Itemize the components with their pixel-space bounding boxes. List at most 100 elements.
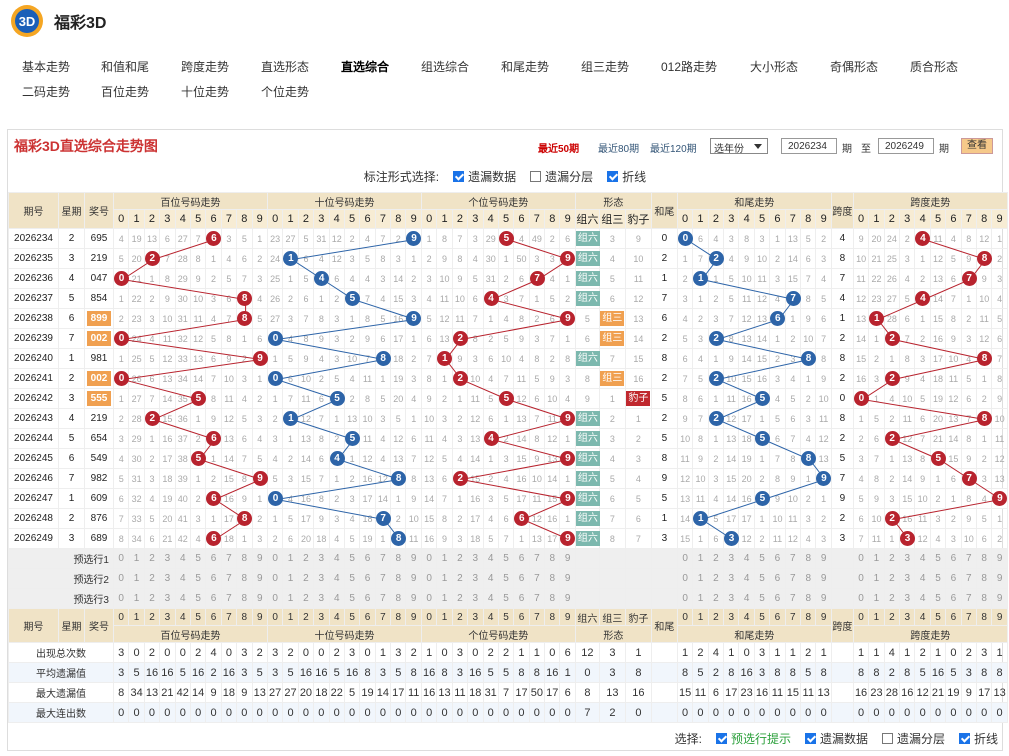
preselect-digit[interactable]: 0	[420, 588, 438, 609]
preselect-digit[interactable]: 9	[405, 568, 422, 589]
preselect-digit[interactable]: 1	[282, 588, 299, 609]
preselect-row[interactable]: 预选行3 0 1 2 3 4 5 6 7 8 9 0 1 2 3 4 5 6 7 8 9 0 1 2 3 4 5 6 7 8 9 0 1 2 3 4 5…	[8, 588, 1008, 609]
option-checkbox[interactable]	[453, 171, 465, 182]
nav-link[interactable]: 十位走势	[181, 83, 229, 100]
nav-link[interactable]: 跨度走势	[181, 58, 229, 75]
preselect-digit[interactable]: 3	[899, 548, 916, 569]
preselect-digit[interactable]: 7	[784, 568, 802, 589]
preselect-digit[interactable]: 4	[482, 548, 499, 569]
preselect-digit[interactable]: 7	[220, 568, 238, 589]
preselect-digit[interactable]: 8	[390, 548, 407, 569]
preselect-digit[interactable]: 1	[282, 548, 299, 569]
preselect-digit[interactable]: 7	[960, 568, 978, 589]
preselect-digit[interactable]: 1	[692, 568, 709, 589]
preselect-digit[interactable]: 9	[815, 588, 832, 609]
preselect-digit[interactable]: 8	[800, 568, 817, 589]
nav-link[interactable]: 012路走势	[661, 58, 717, 75]
preselect-digit[interactable]: 9	[815, 568, 832, 589]
preselect-digit[interactable]: 6	[513, 568, 530, 589]
preselect-digit[interactable]: 0	[266, 548, 284, 569]
nav-link[interactable]: 大小形态	[750, 58, 798, 75]
preselect-digit[interactable]: 9	[251, 568, 268, 589]
preselect-digit[interactable]: 3	[723, 568, 740, 589]
preselect-digit[interactable]: 7	[528, 568, 546, 589]
preselect-digit[interactable]: 1	[436, 568, 453, 589]
preselect-digit[interactable]: 4	[914, 548, 931, 569]
preselect-digit[interactable]: 5	[929, 588, 947, 609]
view-button[interactable]: 查看	[961, 138, 993, 154]
preselect-digit[interactable]: 0	[266, 568, 284, 589]
preselect-digit[interactable]: 1	[128, 548, 145, 569]
preselect-digit[interactable]: 7	[528, 548, 546, 569]
preselect-digit[interactable]: 4	[738, 588, 755, 609]
preselect-digit[interactable]: 8	[236, 548, 253, 569]
preselect-digit[interactable]: 9	[559, 568, 576, 589]
preselect-digit[interactable]: 2	[707, 588, 725, 609]
preselect-digit[interactable]: 6	[205, 588, 222, 609]
preselect-digit[interactable]: 2	[451, 568, 469, 589]
preselect-digit[interactable]: 9	[559, 548, 576, 569]
preselect-digit[interactable]: 2	[143, 588, 161, 609]
preselect-digit[interactable]: 0	[112, 568, 130, 589]
preselect-digit[interactable]: 6	[359, 548, 376, 569]
preselect-digit[interactable]: 8	[390, 568, 407, 589]
preselect-digit[interactable]: 8	[390, 588, 407, 609]
preselect-digit[interactable]: 8	[975, 548, 993, 569]
preselect-digit[interactable]: 9	[251, 548, 268, 569]
nav-link[interactable]: 和尾走势	[501, 58, 549, 75]
preselect-digit[interactable]: 9	[559, 588, 576, 609]
nav-link[interactable]: 基本走势	[22, 58, 70, 75]
preselect-digit[interactable]: 3	[899, 568, 916, 589]
preselect-digit[interactable]: 5	[343, 568, 361, 589]
nav-link[interactable]: 和值和尾	[101, 58, 149, 75]
preselect-digit[interactable]: 2	[451, 548, 469, 569]
preselect-digit[interactable]: 3	[467, 588, 484, 609]
preselect-digit[interactable]: 0	[420, 548, 438, 569]
preselect-digit[interactable]: 0	[676, 568, 694, 589]
preselect-digit[interactable]: 5	[189, 568, 207, 589]
preselect-digit[interactable]: 1	[692, 548, 709, 569]
preselect-digit[interactable]: 6	[205, 548, 222, 569]
preselect-digit[interactable]: 0	[852, 588, 870, 609]
preselect-digit[interactable]: 2	[707, 548, 725, 569]
preselect-row[interactable]: 预选行1 0 1 2 3 4 5 6 7 8 9 0 1 2 3 4 5 6 7 8 9 0 1 2 3 4 5 6 7 8 9 0 1 2 3 4 5…	[8, 548, 1008, 569]
preselect-digit[interactable]: 9	[991, 548, 1008, 569]
preselect-digit[interactable]: 2	[143, 568, 161, 589]
nav-link[interactable]: 质合形态	[910, 58, 958, 75]
preselect-digit[interactable]: 1	[128, 588, 145, 609]
preselect-digit[interactable]: 7	[374, 568, 392, 589]
preselect-digit[interactable]: 6	[945, 548, 962, 569]
preselect-digit[interactable]: 0	[112, 548, 130, 569]
preselect-digit[interactable]: 9	[991, 588, 1008, 609]
option-checkbox[interactable]	[607, 171, 619, 182]
preselect-digit[interactable]: 1	[868, 588, 885, 609]
nav-link[interactable]: 奇偶形态	[830, 58, 878, 75]
nav-link[interactable]: 百位走势	[101, 83, 149, 100]
preselect-digit[interactable]: 1	[282, 568, 299, 589]
preselect-digit[interactable]: 1	[868, 568, 885, 589]
preselect-digit[interactable]: 6	[359, 588, 376, 609]
preselect-digit[interactable]: 2	[297, 548, 315, 569]
preselect-digit[interactable]: 8	[236, 568, 253, 589]
preselect-digit[interactable]: 4	[482, 568, 499, 589]
preselect-digit[interactable]: 7	[220, 588, 238, 609]
preselect-digit[interactable]: 3	[313, 568, 330, 589]
option-checkbox[interactable]	[715, 733, 727, 744]
preselect-digit[interactable]: 6	[513, 548, 530, 569]
preselect-digit[interactable]: 1	[436, 588, 453, 609]
to-issue-input[interactable]: 2026249	[878, 138, 934, 154]
preselect-digit[interactable]: 8	[544, 568, 561, 589]
preselect-digit[interactable]: 6	[945, 568, 962, 589]
preselect-digit[interactable]: 5	[753, 548, 771, 569]
preselect-digit[interactable]: 2	[883, 568, 901, 589]
preselect-digit[interactable]: 9	[991, 568, 1008, 589]
preselect-digit[interactable]: 7	[784, 548, 802, 569]
option-checkbox[interactable]	[530, 171, 542, 182]
nav-link[interactable]: 二码走势	[22, 83, 70, 100]
preselect-digit[interactable]: 4	[328, 588, 345, 609]
preselect-digit[interactable]: 3	[467, 568, 484, 589]
preselect-digit[interactable]: 1	[868, 548, 885, 569]
preselect-digit[interactable]: 4	[174, 568, 191, 589]
nav-link[interactable]: 直选综合	[341, 58, 389, 75]
option-checkbox[interactable]	[958, 733, 970, 744]
